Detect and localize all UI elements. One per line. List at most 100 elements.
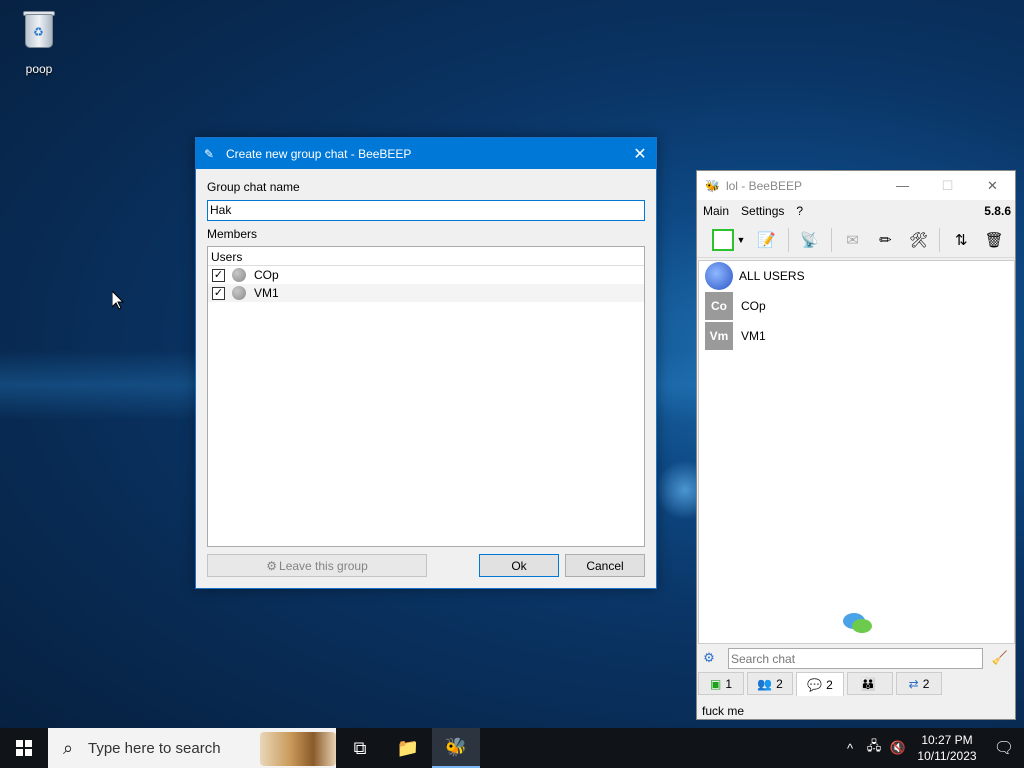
version-label: 5.8.6 [984,204,1011,218]
tab-groups[interactable]: 👪 [847,672,893,695]
users-icon: 👥 [757,676,773,691]
status-bar-text: fuck me [702,704,745,718]
tab-shares[interactable]: ⇄ 2 [896,672,942,695]
cancel-button[interactable]: Cancel [565,554,645,577]
search-highlight-image [260,732,336,766]
clock[interactable]: 10:27 PM 10/11/2023 [910,732,984,764]
tab-users-online[interactable]: ▣ 1 [698,672,744,695]
dialog-close-button[interactable]: ✕ [624,138,656,169]
main-tabs: ▣ 1 👥 2 💬 2 👪 ⇄ 2 [698,672,1015,696]
user-status-icon [232,268,246,282]
member-name: VM1 [254,286,279,300]
update-button[interactable]: ⇅ [949,228,973,252]
user-status-icon [232,286,246,300]
menu-bar: Main Settings ? 5.8.6 [697,200,1015,222]
menu-help[interactable]: ? [796,204,803,218]
start-button[interactable] [0,728,48,768]
chat-bubbles-icon [843,613,872,633]
user-name: ALL USERS [739,269,805,283]
edit-profile-button[interactable]: 📝 [755,228,779,252]
bee-icon: 🐝 [444,736,468,757]
system-tray: ^ 🖧 🔇 10:27 PM 10/11/2023 🗨 [838,728,1024,768]
toolbar-separator [939,227,941,252]
main-window-titlebar[interactable]: 🐝 lol - BeeBEEP — ☐ ✕ [697,171,1015,200]
menu-main[interactable]: Main [703,204,729,218]
message-button[interactable]: ✉ [841,228,865,252]
profile-edit-icon: 📝 [757,231,777,249]
ok-button[interactable]: Ok [479,554,559,577]
tab-chats[interactable]: 💬 2 [796,672,844,696]
recycle-bin-icon: ♻ [21,8,57,50]
desktop-icon-recycle-bin[interactable]: ♻ poop [12,8,66,76]
user-list-item[interactable]: ALL USERS [699,261,1014,291]
trash-icon: 🗑 [984,231,1004,249]
dialog-title: Create new group chat - BeeBEEP [226,146,412,161]
settings-gear-icon[interactable]: ⚙ [698,650,720,666]
toolbar-separator [830,227,832,252]
task-view-icon: ⧉ [353,737,367,758]
desktop-icon-label: poop [25,62,53,76]
dialog-titlebar[interactable]: ✎ Create new group chat - BeeBEEP ✕ [196,138,656,169]
task-view-button[interactable]: ⧉ [336,728,384,768]
antenna-icon: 📡 [800,231,819,249]
clock-time: 10:27 PM [921,733,973,747]
chevron-up-icon[interactable]: ^ [838,741,862,756]
menu-settings[interactable]: Settings [741,204,784,218]
beebeep-taskbar-button[interactable]: 🐝 [432,728,480,768]
users-column-header[interactable]: Users [208,247,644,266]
search-chat-input[interactable]: Search chat [728,647,983,669]
member-row[interactable]: ✓ VM1 [208,284,644,302]
envelope-icon: ✉ [846,231,859,249]
close-icon: ✕ [633,145,647,163]
share-icon: ⇄ [908,676,919,691]
notification-icon[interactable]: 🗨 [984,738,1024,758]
user-list: ALL USERS Co COp Vm VM1 [698,260,1015,644]
speaker-muted-icon[interactable]: 🔇 [886,740,910,756]
tools-icon: 🛠 [908,231,928,249]
group-icon: 👪 [860,676,876,691]
chat-icon: 💬 [807,677,823,692]
trash-button[interactable]: 🗑 [982,228,1006,252]
create-group-dialog: ✎ Create new group chat - BeeBEEP ✕ Grou… [195,137,657,589]
group-name-label: Group chat name [207,180,300,194]
write-button[interactable]: ✏ [874,228,898,252]
folder-icon: 📁 [396,737,420,758]
members-list[interactable]: Users ✓ COp ✓ VM1 [207,246,645,547]
maximize-button[interactable]: ☐ [925,178,970,194]
chevron-down-icon: ▼ [736,234,746,245]
toolbar-separator [787,227,789,252]
clock-date: 10/11/2023 [917,749,977,763]
user-name: VM1 [741,329,766,343]
gear-icon: ⚙ [266,558,278,573]
network-button[interactable]: 📡 [798,228,822,252]
mouse-cursor-icon [112,291,124,310]
window-close-button[interactable]: ✕ [970,178,1015,194]
taskbar-search-placeholder: Type here to search [88,739,221,757]
taskbar-search-box[interactable]: ⌕ Type here to search [48,728,336,768]
search-icon: ⌕ [62,737,74,758]
tab-users[interactable]: 👥 2 [747,672,793,695]
minimize-button[interactable]: — [880,178,925,193]
leave-group-button[interactable]: ⚙ Leave this group [207,554,427,577]
file-explorer-button[interactable]: 📁 [384,728,432,768]
broom-icon[interactable]: 🧹 [989,650,1011,666]
beebeep-app-icon: ✎ [204,146,215,161]
tools-button[interactable]: 🛠 [906,228,930,252]
members-label: Members [207,227,258,241]
windows-logo-icon [16,740,32,756]
user-list-item[interactable]: Co COp [699,291,1014,321]
network-icon[interactable]: 🖧 [862,737,886,759]
member-checkbox[interactable]: ✓ [212,286,225,300]
search-row: ⚙ Search chat 🧹 [698,645,1015,671]
member-checkbox[interactable]: ✓ [212,268,225,282]
all-users-icon [705,262,733,290]
user-list-item[interactable]: Vm VM1 [699,321,1014,351]
avatar: Co [705,292,733,320]
taskbar: ⌕ Type here to search ⧉ 📁 🐝 ^ 🖧 🔇 10:27 … [0,728,1024,768]
beebeep-main-window: 🐝 lol - BeeBEEP — ☐ ✕ Main Settings ? 5.… [696,170,1016,720]
main-window-title: lol - BeeBEEP [725,178,802,193]
member-name: COp [254,268,279,282]
status-selector-button[interactable]: ▼ [711,228,747,252]
group-name-input[interactable]: Hak [207,200,645,221]
member-row[interactable]: ✓ COp [208,266,644,284]
